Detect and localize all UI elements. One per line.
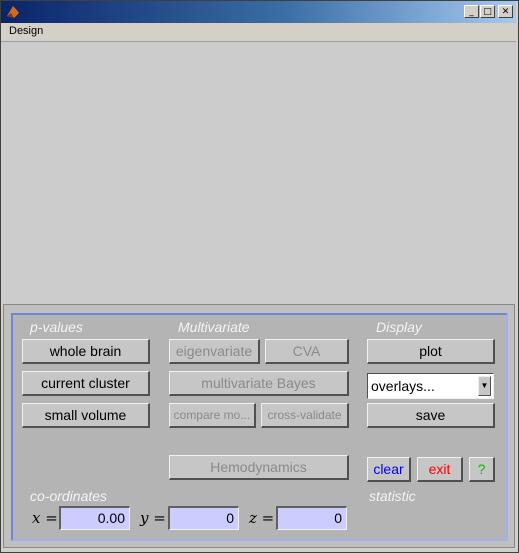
coordinates-label: co-ordinates bbox=[30, 488, 108, 504]
z-coordinate-input[interactable]: 0 bbox=[276, 506, 347, 530]
cross-validate-button[interactable]: cross-validate bbox=[261, 403, 349, 428]
statistic-label: statistic bbox=[369, 488, 416, 504]
maximize-button[interactable]: □ bbox=[480, 5, 495, 18]
whole-brain-button[interactable]: whole brain bbox=[22, 339, 150, 364]
hemodynamics-button[interactable]: Hemodynamics bbox=[169, 455, 349, 480]
cva-button[interactable]: CVA bbox=[265, 339, 349, 364]
close-button[interactable]: ✕ bbox=[498, 5, 513, 18]
menu-design[interactable]: Design bbox=[9, 25, 43, 37]
minimize-button[interactable]: _ bbox=[464, 5, 479, 18]
graphics-area bbox=[1, 42, 516, 304]
chevron-down-icon[interactable]: ▼ bbox=[478, 376, 491, 396]
pvalues-label: p-values bbox=[30, 319, 83, 335]
help-button[interactable]: ? bbox=[469, 457, 495, 482]
x-label: x = bbox=[32, 509, 58, 527]
plot-button[interactable]: plot bbox=[367, 339, 495, 364]
compare-models-button[interactable]: compare mo... bbox=[169, 403, 256, 428]
exit-button[interactable]: exit bbox=[417, 457, 463, 482]
title-bar[interactable]: _ □ ✕ bbox=[1, 1, 516, 23]
save-button[interactable]: save bbox=[367, 403, 495, 428]
y-coordinate-input[interactable]: 0 bbox=[168, 506, 239, 530]
menu-bar: Design bbox=[1, 23, 516, 42]
overlays-select[interactable]: overlays... ▼ bbox=[367, 373, 494, 399]
overlays-select-value: overlays... bbox=[371, 378, 435, 394]
clear-button[interactable]: clear bbox=[367, 457, 411, 482]
y-label: y = bbox=[140, 509, 166, 527]
x-coordinate-input[interactable]: 0.00 bbox=[59, 506, 130, 530]
multivariate-bayes-button[interactable]: multivariate Bayes bbox=[169, 371, 349, 396]
display-label: Display bbox=[376, 319, 422, 335]
matlab-icon bbox=[7, 6, 19, 18]
multivariate-label: Multivariate bbox=[178, 319, 250, 335]
eigenvariate-button[interactable]: eigenvariate bbox=[169, 339, 260, 364]
current-cluster-button[interactable]: current cluster bbox=[22, 371, 150, 396]
z-label: z = bbox=[249, 509, 275, 527]
small-volume-button[interactable]: small volume bbox=[22, 403, 150, 428]
